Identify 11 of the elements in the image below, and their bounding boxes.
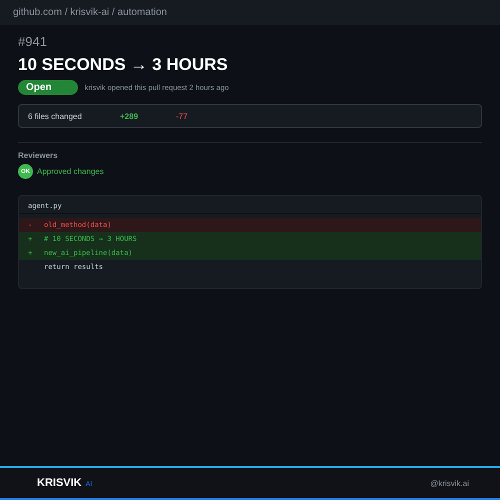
reviewers-heading: Reviewers bbox=[18, 151, 58, 160]
pr-title: 10 SECONDS → 3 HOURS bbox=[18, 55, 228, 75]
breadcrumb-link[interactable]: github.com / krisvik-ai / automation bbox=[13, 7, 167, 18]
additions-count: +289 bbox=[120, 112, 140, 120]
deletions-count: -77 bbox=[176, 112, 188, 120]
files-changed: 6 files changed bbox=[28, 112, 83, 120]
footer-handle: @krisvik.ai bbox=[430, 478, 469, 488]
status-badge: Open bbox=[18, 80, 78, 95]
brand-name: KRISVIK bbox=[37, 477, 82, 489]
approval-status: Approved changes bbox=[37, 167, 104, 176]
pr-number: #941 bbox=[18, 34, 47, 49]
